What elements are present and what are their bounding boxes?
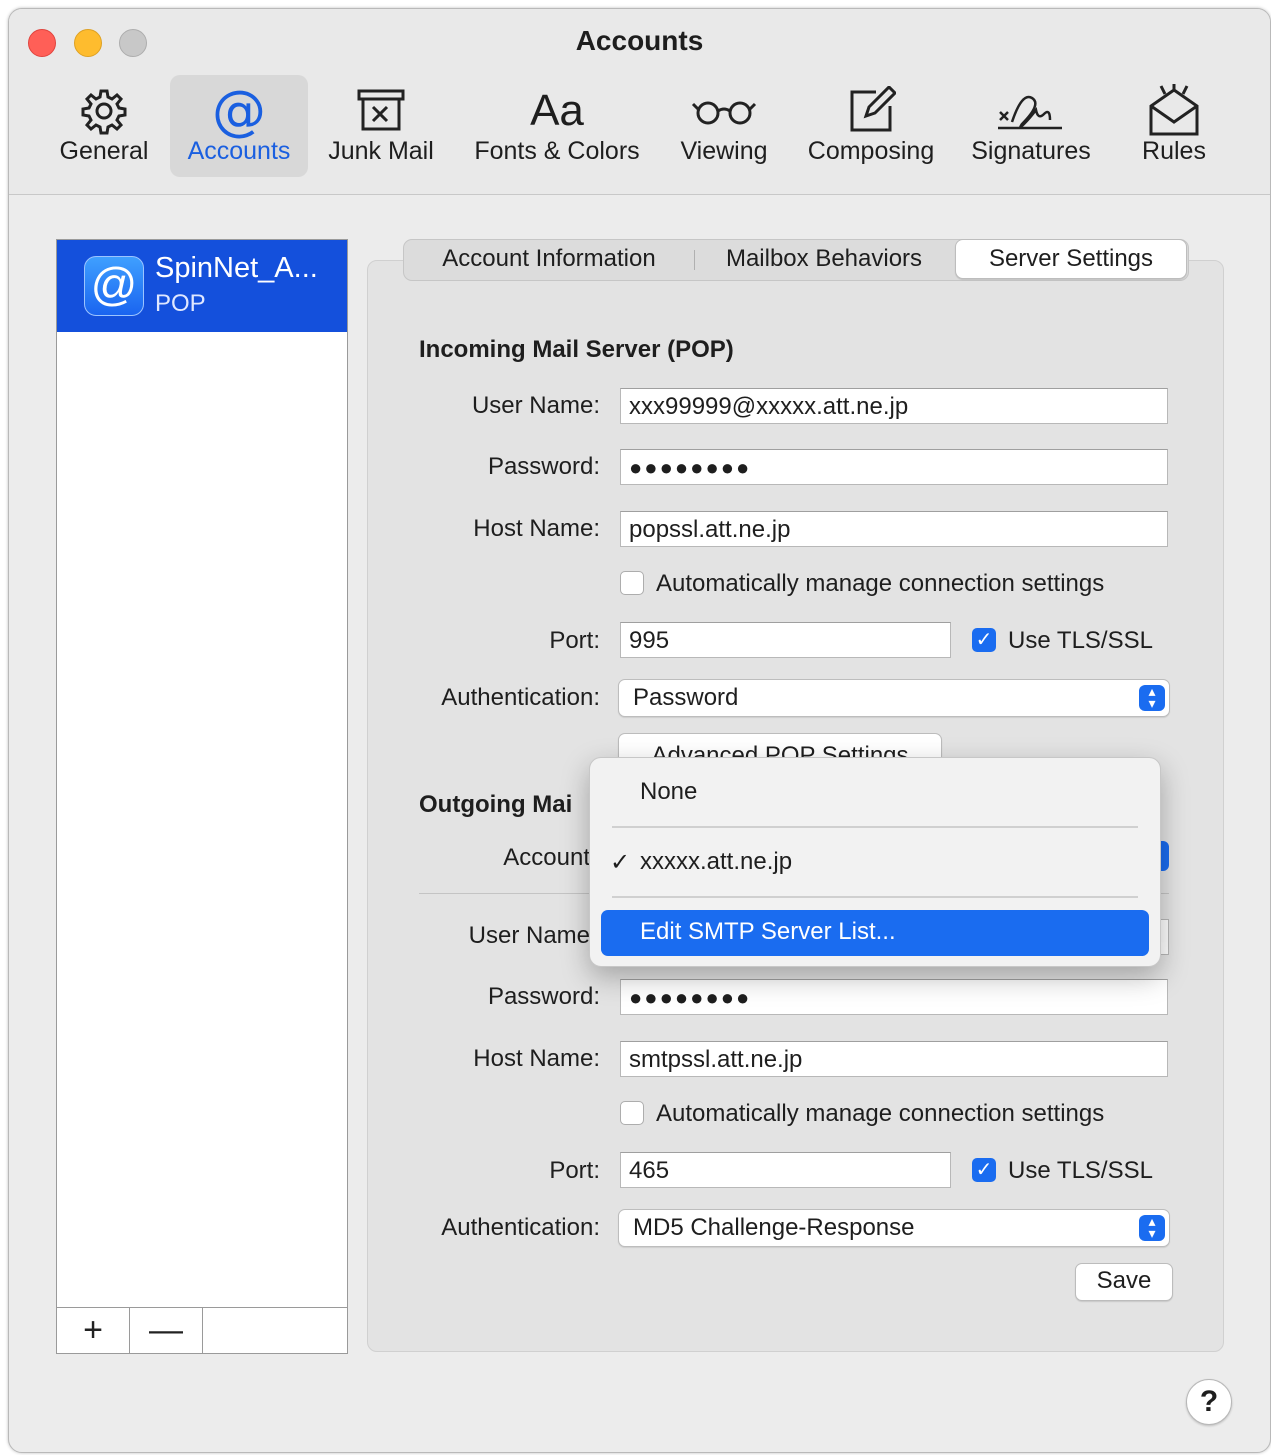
at-sign-icon: @	[212, 79, 266, 142]
toolbar-rules[interactable]: Rules	[1124, 75, 1224, 177]
compose-icon	[797, 83, 945, 139]
account-list-footer: + —	[57, 1307, 347, 1353]
menu-separator	[612, 896, 1138, 898]
incoming-password-field[interactable]: ●●●●●●●●	[620, 449, 1168, 485]
incoming-auth-label: Authentication:	[441, 684, 600, 711]
add-account-button[interactable]: +	[57, 1308, 130, 1353]
toolbar-viewing[interactable]: Viewing	[669, 75, 779, 177]
incoming-auth-select[interactable]: Password ▴ ▾	[618, 679, 1170, 717]
toolbar: Accounts General @ Accounts Junk Mail Aa…	[9, 9, 1270, 195]
outgoing-port-label: Port:	[549, 1157, 600, 1184]
outgoing-account-label: Account	[503, 844, 590, 871]
toolbar-fonts-colors[interactable]: Aa Fonts & Colors	[462, 75, 652, 177]
toolbar-composing[interactable]: Composing	[797, 75, 945, 177]
toolbar-general[interactable]: General	[49, 75, 159, 177]
help-button[interactable]: ?	[1186, 1379, 1232, 1425]
incoming-port-label: Port:	[549, 627, 600, 654]
checkmark-icon[interactable]: ✓	[972, 1158, 996, 1182]
smtp-server-menu[interactable]: None ✓ xxxxx.att.ne.jp Edit SMTP Server …	[589, 757, 1161, 967]
signature-icon	[961, 83, 1101, 139]
outgoing-user-label: User Name	[468, 922, 590, 949]
toolbar-signatures[interactable]: Signatures	[961, 75, 1101, 177]
rules-icon	[1124, 83, 1224, 139]
account-type: POP	[155, 290, 206, 317]
outgoing-auth-label: Authentication:	[441, 1214, 600, 1241]
tab-account-information[interactable]: Account Information	[404, 240, 694, 278]
outgoing-auth-select[interactable]: MD5 Challenge-Response ▴ ▾	[618, 1209, 1170, 1247]
save-button[interactable]: Save	[1075, 1263, 1173, 1301]
incoming-user-label: User Name:	[471, 392, 600, 419]
incoming-auth-value: Password	[633, 684, 739, 711]
menu-item-edit-smtp-list[interactable]: Edit SMTP Server List...	[601, 910, 1149, 956]
outgoing-host-field[interactable]: smtpssl.att.ne.jp	[620, 1041, 1168, 1077]
outgoing-section-title: Outgoing Mai	[419, 791, 573, 818]
incoming-host-label: Host Name:	[473, 515, 600, 542]
junk-mail-icon	[317, 83, 445, 139]
remove-account-button[interactable]: —	[130, 1308, 203, 1353]
chevron-updown-icon: ▴ ▾	[1139, 1214, 1165, 1241]
outgoing-port-field[interactable]: 465	[620, 1152, 951, 1188]
tab-bar: Account Information Mailbox Behaviors Se…	[403, 239, 1189, 281]
account-row-selected[interactable]: @ SpinNet_A... POP	[57, 240, 347, 332]
checkmark-icon: ✓	[610, 849, 631, 876]
fonts-icon: Aa	[530, 86, 584, 135]
tab-separator	[694, 250, 695, 270]
incoming-host-field[interactable]: popssl.att.ne.jp	[620, 511, 1168, 547]
incoming-port-field[interactable]: 995	[620, 622, 951, 658]
toolbar-junk-mail[interactable]: Junk Mail	[317, 75, 445, 177]
account-list[interactable]: @ SpinNet_A... POP + —	[56, 239, 348, 1354]
account-name: SpinNet_A...	[155, 252, 318, 284]
outgoing-host-label: Host Name:	[473, 1045, 600, 1072]
checkbox-box[interactable]	[620, 1101, 644, 1125]
incoming-section-title: Incoming Mail Server (POP)	[419, 336, 734, 363]
window-title: Accounts	[575, 25, 704, 56]
tab-mailbox-behaviors[interactable]: Mailbox Behaviors	[696, 240, 952, 278]
checkbox-box[interactable]	[620, 571, 644, 595]
outgoing-auth-value: MD5 Challenge-Response	[633, 1214, 915, 1241]
glasses-icon	[669, 83, 779, 139]
toolbar-accounts[interactable]: @ Accounts	[170, 75, 308, 177]
gear-icon	[49, 83, 159, 139]
tab-server-settings[interactable]: Server Settings	[955, 239, 1187, 279]
menu-item-server[interactable]: xxxxx.att.ne.jp	[640, 848, 792, 876]
preferences-window: Accounts General @ Accounts Junk Mail Aa…	[8, 8, 1271, 1453]
incoming-user-field[interactable]: xxx99999@xxxxx.att.ne.jp	[620, 388, 1168, 424]
menu-item-none[interactable]: None	[640, 778, 697, 806]
menu-separator	[612, 826, 1138, 828]
account-at-icon: @	[84, 256, 144, 316]
incoming-password-label: Password:	[487, 453, 600, 480]
checkmark-icon[interactable]: ✓	[972, 628, 996, 652]
outgoing-password-field[interactable]: ●●●●●●●●	[620, 979, 1168, 1015]
outgoing-password-label: Password:	[487, 983, 600, 1010]
chevron-updown-icon: ▴ ▾	[1139, 684, 1165, 711]
